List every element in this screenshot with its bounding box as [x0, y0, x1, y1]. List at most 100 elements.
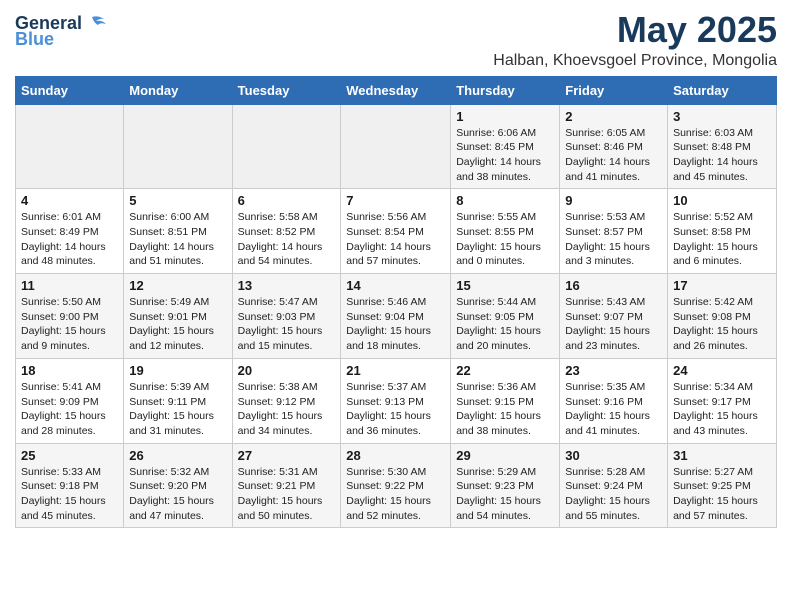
calendar-cell: 18 Sunrise: 5:41 AMSunset: 9:09 PMDayligh…: [16, 358, 124, 443]
calendar-week-row: 11 Sunrise: 5:50 AMSunset: 9:00 PMDayligh…: [16, 274, 777, 359]
day-info: Sunrise: 5:56 AMSunset: 8:54 PMDaylight:…: [346, 210, 445, 269]
calendar-week-row: 18 Sunrise: 5:41 AMSunset: 9:09 PMDayligh…: [16, 358, 777, 443]
day-number: 5: [129, 193, 226, 208]
day-number: 13: [238, 278, 336, 293]
calendar-cell: 12Sunrise: 5:49 AMSunset: 9:01 PMDayligh…: [124, 274, 232, 359]
header-day-wednesday: Wednesday: [341, 76, 451, 104]
calendar-cell: 13Sunrise: 5:47 AMSunset: 9:03 PMDayligh…: [232, 274, 341, 359]
calendar-cell: 11 Sunrise: 5:50 AMSunset: 9:00 PMDayligh…: [16, 274, 124, 359]
day-info: Sunrise: 5:44 AMSunset: 9:05 PMDaylight:…: [456, 295, 554, 354]
day-info: Sunrise: 5:58 AMSunset: 8:52 PMDaylight:…: [238, 210, 336, 269]
day-info: Sunrise: 5:31 AMSunset: 9:21 PMDaylight:…: [238, 465, 336, 524]
day-info: Sunrise: 5:43 AMSunset: 9:07 PMDaylight:…: [565, 295, 662, 354]
day-info: Sunrise: 6:03 AMSunset: 8:48 PMDaylight:…: [673, 126, 771, 185]
day-info: Sunrise: 5:34 AMSunset: 9:17 PMDaylight:…: [673, 380, 771, 439]
day-number: 15: [456, 278, 554, 293]
day-number: 4: [21, 193, 118, 208]
logo-bird-icon: [84, 15, 106, 33]
day-number: 22: [456, 363, 554, 378]
calendar-cell: 20Sunrise: 5:38 AMSunset: 9:12 PMDayligh…: [232, 358, 341, 443]
day-number: 9: [565, 193, 662, 208]
day-info: Sunrise: 5:41 AMSunset: 9:09 PMDaylight:…: [21, 380, 118, 439]
calendar-cell: 31 Sunrise: 5:27 AMSunset: 9:25 PMDayligh…: [668, 443, 777, 528]
day-number: 14: [346, 278, 445, 293]
page-header: General Blue May 2025 Halban, Khoevsgoel…: [15, 10, 777, 70]
day-number: 29: [456, 448, 554, 463]
day-info: Sunrise: 5:50 AMSunset: 9:00 PMDaylight:…: [21, 295, 118, 354]
calendar-week-row: 25 Sunrise: 5:33 AMSunset: 9:18 PMDayligh…: [16, 443, 777, 528]
calendar-cell: 21Sunrise: 5:37 AMSunset: 9:13 PMDayligh…: [341, 358, 451, 443]
title-area: May 2025 Halban, Khoevsgoel Province, Mo…: [493, 10, 777, 70]
day-number: 3: [673, 109, 771, 124]
calendar-cell: 28 Sunrise: 5:30 AMSunset: 9:22 PMDayligh…: [341, 443, 451, 528]
day-number: 31: [673, 448, 771, 463]
day-info: Sunrise: 5:42 AMSunset: 9:08 PMDaylight:…: [673, 295, 771, 354]
day-info: Sunrise: 5:36 AMSunset: 9:15 PMDaylight:…: [456, 380, 554, 439]
day-info: Sunrise: 5:52 AMSunset: 8:58 PMDaylight:…: [673, 210, 771, 269]
calendar-cell: 26Sunrise: 5:32 AMSunset: 9:20 PMDayligh…: [124, 443, 232, 528]
calendar-table: SundayMondayTuesdayWednesdayThursdayFrid…: [15, 76, 777, 529]
header-day-thursday: Thursday: [451, 76, 560, 104]
day-info: Sunrise: 5:55 AMSunset: 8:55 PMDaylight:…: [456, 210, 554, 269]
calendar-cell: 23 Sunrise: 5:35 AMSunset: 9:16 PMDayligh…: [560, 358, 668, 443]
day-number: 18: [21, 363, 118, 378]
day-number: 23: [565, 363, 662, 378]
logo: General Blue: [15, 14, 106, 50]
day-number: 16: [565, 278, 662, 293]
day-number: 7: [346, 193, 445, 208]
calendar-cell: 3 Sunrise: 6:03 AMSunset: 8:48 PMDaylight…: [668, 104, 777, 189]
calendar-week-row: 1Sunrise: 6:06 AMSunset: 8:45 PMDaylight…: [16, 104, 777, 189]
header-day-saturday: Saturday: [668, 76, 777, 104]
day-number: 28: [346, 448, 445, 463]
calendar-week-row: 4 Sunrise: 6:01 AMSunset: 8:49 PMDaylight…: [16, 189, 777, 274]
calendar-cell: 25 Sunrise: 5:33 AMSunset: 9:18 PMDayligh…: [16, 443, 124, 528]
day-info: Sunrise: 5:46 AMSunset: 9:04 PMDaylight:…: [346, 295, 445, 354]
calendar-cell: 17 Sunrise: 5:42 AMSunset: 9:08 PMDayligh…: [668, 274, 777, 359]
calendar-cell: 8 Sunrise: 5:55 AMSunset: 8:55 PMDaylight…: [451, 189, 560, 274]
calendar-cell: 10 Sunrise: 5:52 AMSunset: 8:58 PMDayligh…: [668, 189, 777, 274]
day-number: 10: [673, 193, 771, 208]
calendar-cell: [124, 104, 232, 189]
day-number: 12: [129, 278, 226, 293]
day-number: 6: [238, 193, 336, 208]
calendar-cell: 22 Sunrise: 5:36 AMSunset: 9:15 PMDayligh…: [451, 358, 560, 443]
day-info: Sunrise: 5:35 AMSunset: 9:16 PMDaylight:…: [565, 380, 662, 439]
calendar-cell: 30 Sunrise: 5:28 AMSunset: 9:24 PMDayligh…: [560, 443, 668, 528]
calendar-cell: 19Sunrise: 5:39 AMSunset: 9:11 PMDayligh…: [124, 358, 232, 443]
day-info: Sunrise: 5:39 AMSunset: 9:11 PMDaylight:…: [129, 380, 226, 439]
header-day-sunday: Sunday: [16, 76, 124, 104]
calendar-cell: 27Sunrise: 5:31 AMSunset: 9:21 PMDayligh…: [232, 443, 341, 528]
calendar-cell: 14 Sunrise: 5:46 AMSunset: 9:04 PMDayligh…: [341, 274, 451, 359]
day-info: Sunrise: 5:27 AMSunset: 9:25 PMDaylight:…: [673, 465, 771, 524]
day-info: Sunrise: 5:32 AMSunset: 9:20 PMDaylight:…: [129, 465, 226, 524]
calendar-cell: 1Sunrise: 6:06 AMSunset: 8:45 PMDaylight…: [451, 104, 560, 189]
day-info: Sunrise: 5:53 AMSunset: 8:57 PMDaylight:…: [565, 210, 662, 269]
day-info: Sunrise: 5:33 AMSunset: 9:18 PMDaylight:…: [21, 465, 118, 524]
day-info: Sunrise: 5:38 AMSunset: 9:12 PMDaylight:…: [238, 380, 336, 439]
header-day-monday: Monday: [124, 76, 232, 104]
calendar-cell: [16, 104, 124, 189]
day-info: Sunrise: 6:01 AMSunset: 8:49 PMDaylight:…: [21, 210, 118, 269]
day-number: 8: [456, 193, 554, 208]
calendar-cell: [341, 104, 451, 189]
day-info: Sunrise: 5:37 AMSunset: 9:13 PMDaylight:…: [346, 380, 445, 439]
day-number: 11: [21, 278, 118, 293]
day-number: 25: [21, 448, 118, 463]
calendar-cell: 9 Sunrise: 5:53 AMSunset: 8:57 PMDaylight…: [560, 189, 668, 274]
calendar-cell: 2Sunrise: 6:05 AMSunset: 8:46 PMDaylight…: [560, 104, 668, 189]
day-number: 17: [673, 278, 771, 293]
day-number: 1: [456, 109, 554, 124]
header-day-tuesday: Tuesday: [232, 76, 341, 104]
calendar-cell: 15 Sunrise: 5:44 AMSunset: 9:05 PMDayligh…: [451, 274, 560, 359]
calendar-header-row: SundayMondayTuesdayWednesdayThursdayFrid…: [16, 76, 777, 104]
calendar-cell: 7 Sunrise: 5:56 AMSunset: 8:54 PMDaylight…: [341, 189, 451, 274]
day-info: Sunrise: 5:30 AMSunset: 9:22 PMDaylight:…: [346, 465, 445, 524]
day-info: Sunrise: 6:00 AMSunset: 8:51 PMDaylight:…: [129, 210, 226, 269]
day-info: Sunrise: 5:28 AMSunset: 9:24 PMDaylight:…: [565, 465, 662, 524]
calendar-cell: [232, 104, 341, 189]
calendar-cell: 16 Sunrise: 5:43 AMSunset: 9:07 PMDayligh…: [560, 274, 668, 359]
calendar-cell: 4 Sunrise: 6:01 AMSunset: 8:49 PMDaylight…: [16, 189, 124, 274]
calendar-cell: 24Sunrise: 5:34 AMSunset: 9:17 PMDayligh…: [668, 358, 777, 443]
month-title: May 2025: [493, 10, 777, 50]
day-number: 30: [565, 448, 662, 463]
